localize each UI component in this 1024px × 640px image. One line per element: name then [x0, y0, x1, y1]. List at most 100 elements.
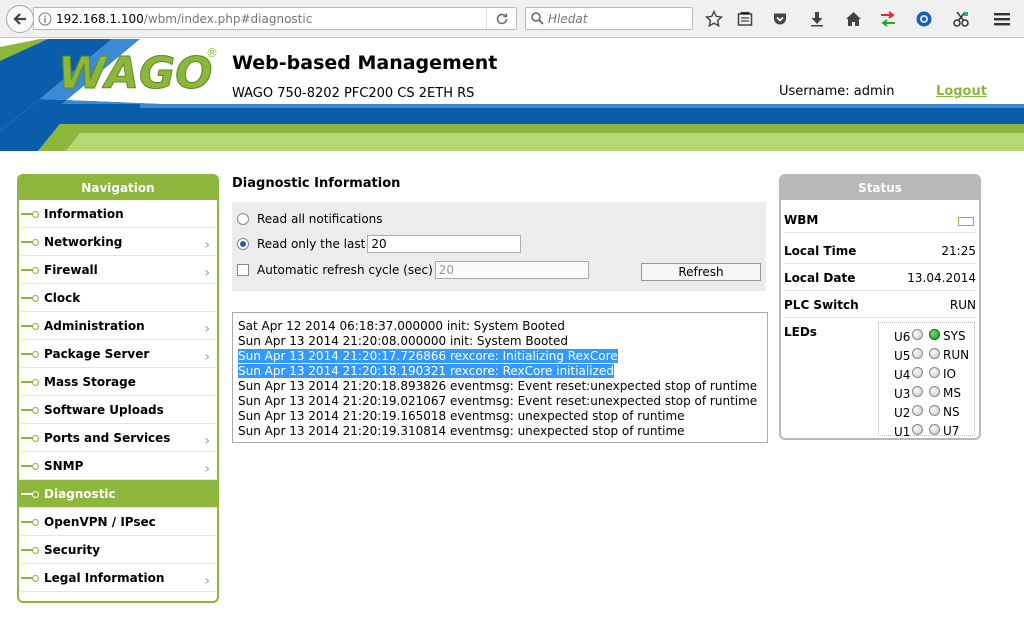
nav-item-diagnostic[interactable]: Diagnostic: [19, 480, 217, 508]
auto-refresh-checkbox[interactable]: [237, 264, 249, 276]
bullet-icon: [21, 519, 39, 526]
led-left-label: U3: [894, 387, 911, 401]
chevron-right-icon: ›: [204, 461, 210, 477]
nav-item-label: SNMP: [44, 459, 84, 473]
menu-icon[interactable]: [991, 8, 1013, 30]
led-indicator-icon: [929, 386, 940, 397]
nav-item-openvpn-ipsec[interactable]: OpenVPN / IPsec: [21, 508, 215, 536]
bullet-icon: [21, 295, 39, 302]
log-text: Sun Apr 13 2014 21:20:18.893826 eventmsg…: [238, 379, 758, 393]
nav-item-package-server[interactable]: Package Server ›: [21, 340, 215, 368]
read-all-label: Read all notifications: [257, 212, 383, 226]
status-wbm: WBM: [784, 206, 976, 233]
sync-arrows-icon[interactable]: [877, 8, 899, 30]
nav-item-label: Ports and Services: [44, 431, 171, 445]
arrow-left-icon: [13, 13, 26, 25]
reader-icon[interactable]: [734, 8, 756, 30]
nav-item-information[interactable]: Information: [21, 200, 215, 228]
nav-item-firewall[interactable]: Firewall ›: [21, 256, 215, 284]
nav-item-label: Firewall: [44, 263, 98, 277]
led-row: U3 MS: [879, 383, 976, 402]
nav-item-mass-storage[interactable]: Mass Storage: [21, 368, 215, 396]
bullet-icon: [21, 575, 39, 582]
plc-switch-label: PLC Switch: [784, 298, 859, 312]
bullet-icon: [21, 491, 39, 498]
bullet-icon: [21, 211, 39, 218]
led-left-label: U1: [894, 425, 911, 439]
led-right-label: SYS: [943, 329, 966, 343]
log-line: Sun Apr 13 2014 21:20:18.190321 rexcore:…: [238, 364, 767, 379]
led-row: U2 NS: [879, 402, 976, 421]
search-icon: [526, 12, 548, 25]
nav-item-software-uploads[interactable]: Software Uploads: [21, 396, 215, 424]
screenshot-tool-icon[interactable]: [950, 8, 972, 30]
nav-item-security[interactable]: Security: [21, 536, 215, 564]
bullet-icon: [21, 351, 39, 358]
address-bar[interactable]: 192.168.1.100/wbm/index.php#diagnostic: [33, 7, 517, 30]
nav-item-snmp[interactable]: SNMP ›: [21, 452, 215, 480]
read-all-option[interactable]: Read all notifications: [237, 209, 383, 229]
read-all-radio[interactable]: [237, 213, 249, 225]
diagnostic-title: Diagnostic Information: [232, 176, 401, 191]
home-icon[interactable]: [842, 8, 864, 30]
status-local-date: Local Date 13.04.2014: [784, 264, 976, 291]
read-last-radio[interactable]: [237, 238, 249, 250]
status-panel: Status WBM Local Time 21:25 Local Date 1…: [779, 174, 981, 440]
led-indicator-icon: [912, 405, 923, 416]
nav-item-legal-information[interactable]: Legal Information ›: [21, 564, 215, 592]
log-text: Sat Apr 12 2014 06:18:37.000000 init: Sy…: [238, 319, 565, 333]
refresh-button[interactable]: Refresh: [641, 263, 761, 281]
nav-item-label: Software Uploads: [44, 403, 164, 417]
log-text: Sun Apr 13 2014 21:20:19.310814 eventmsg…: [238, 424, 685, 438]
search-input[interactable]: [548, 11, 678, 26]
log-text: Sun Apr 13 2014 21:20:18.190321 rexcore:…: [238, 364, 614, 378]
led-grid: U6 SYS U5 RUN U4 IO U3 MS U2 NS U1 U7: [878, 322, 976, 439]
bullet-icon: [21, 463, 39, 470]
svg-text:WAGO: WAGO: [58, 48, 213, 99]
svg-text:®: ®: [206, 46, 218, 60]
read-last-option[interactable]: Read only the last: [237, 234, 522, 254]
nav-item-label: Mass Storage: [44, 375, 136, 389]
bullet-icon: [21, 407, 39, 414]
nav-item-label: OpenVPN / IPsec: [44, 515, 156, 529]
diagnostic-log[interactable]: Sat Apr 12 2014 06:18:37.000000 init: Sy…: [232, 312, 768, 443]
led-indicator-icon: [912, 329, 923, 340]
read-last-input[interactable]: [367, 235, 522, 253]
led-left-label: U5: [894, 349, 911, 363]
bullet-icon: [21, 239, 39, 246]
chevron-right-icon: ›: [204, 349, 210, 365]
page-header: WAGO ® Web-based Management WAGO 750-820…: [0, 39, 1024, 151]
nav-item-label: Administration: [44, 319, 145, 333]
local-time-value: 21:25: [941, 244, 976, 258]
addon-globe-icon[interactable]: [913, 8, 935, 30]
nav-item-clock[interactable]: Clock: [21, 284, 215, 312]
logout-link[interactable]: Logout: [936, 84, 987, 99]
led-indicator-icon: [929, 367, 940, 378]
wago-logo[interactable]: WAGO ®: [58, 43, 219, 106]
info-icon[interactable]: [34, 12, 56, 26]
log-text: Sun Apr 13 2014 21:20:19.021067 eventmsg…: [238, 394, 758, 408]
log-line: Sat Apr 12 2014 06:18:37.000000 init: Sy…: [238, 319, 767, 334]
plc-switch-value: RUN: [949, 298, 976, 312]
nav-item-administration[interactable]: Administration ›: [21, 312, 215, 340]
auto-refresh-input[interactable]: [434, 261, 589, 279]
pocket-icon[interactable]: [769, 8, 791, 30]
local-date-label: Local Date: [784, 271, 856, 285]
download-icon[interactable]: [806, 8, 828, 30]
star-icon[interactable]: [703, 8, 725, 30]
nav-item-networking[interactable]: Networking ›: [21, 228, 215, 256]
log-line: Sun Apr 13 2014 21:20:19.021067 eventmsg…: [238, 394, 767, 409]
led-indicator-icon: [912, 367, 923, 378]
reload-icon[interactable]: [486, 8, 516, 29]
local-date-value: 13.04.2014: [907, 271, 976, 285]
bullet-icon: [21, 267, 39, 274]
search-box[interactable]: [525, 7, 693, 30]
nav-item-label: Information: [44, 207, 124, 221]
chevron-right-icon: ›: [204, 237, 210, 253]
nav-item-ports-and-services[interactable]: Ports and Services ›: [21, 424, 215, 452]
wbm-label: WBM: [784, 213, 819, 227]
back-button[interactable]: [6, 5, 34, 33]
auto-refresh-option[interactable]: Automatic refresh cycle (sec): [237, 260, 589, 280]
nav-item-label: Legal Information: [44, 571, 165, 585]
led-right-label: NS: [943, 405, 960, 419]
